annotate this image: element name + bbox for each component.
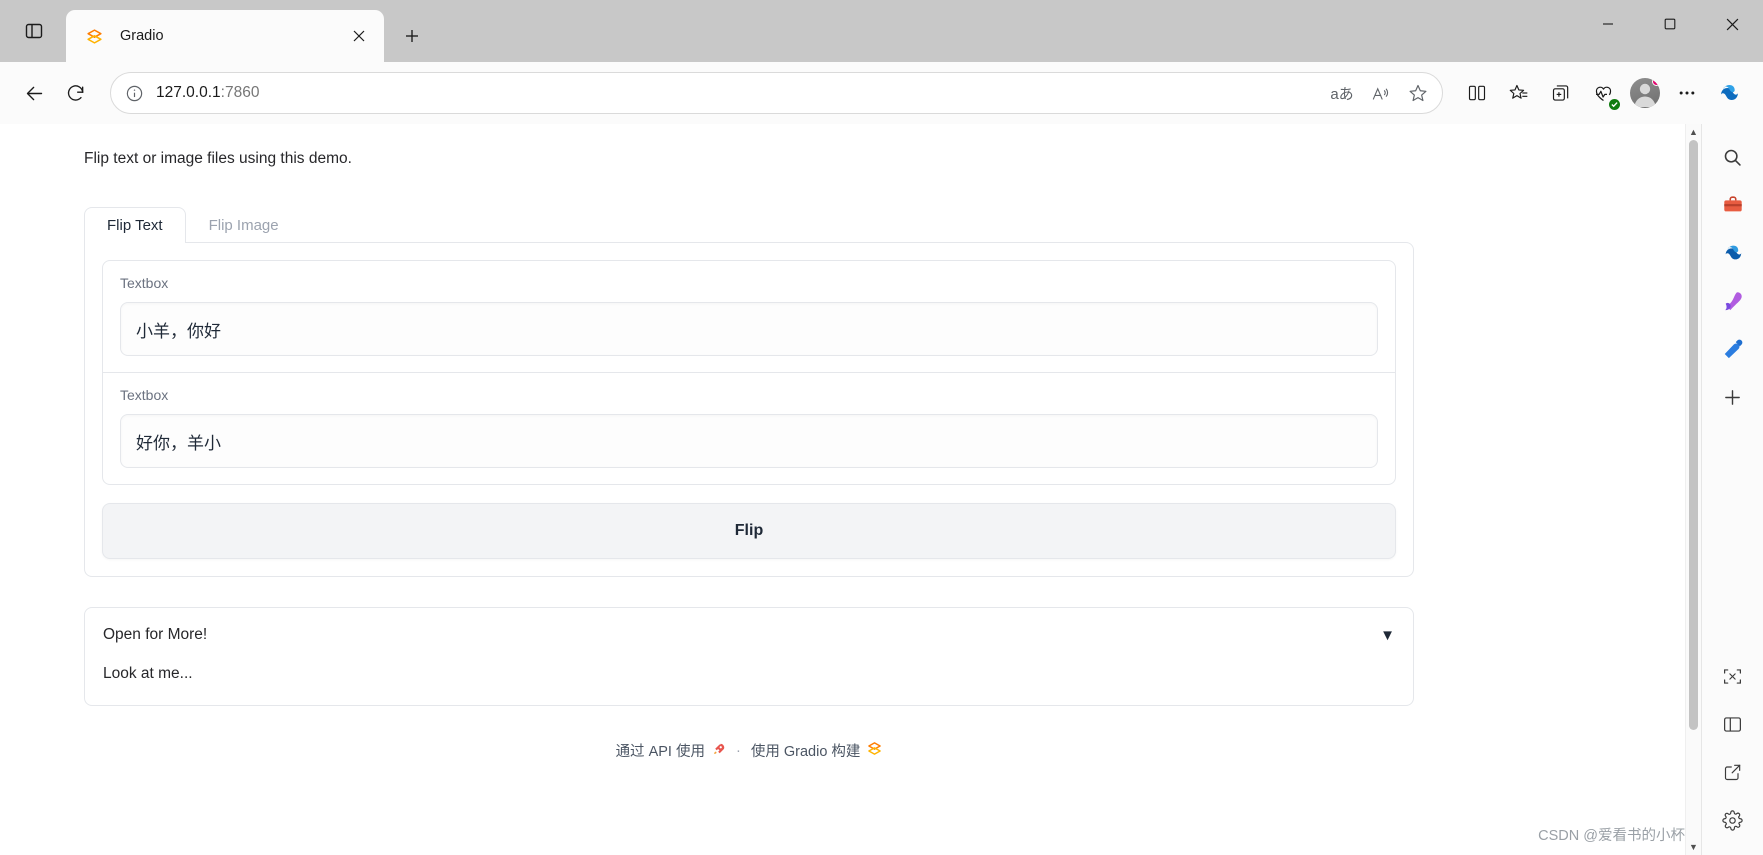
form-group: Textbox Textbox <box>102 260 1396 485</box>
input-textbox-label: Textbox <box>120 275 169 291</box>
split-screen-icon[interactable] <box>1457 73 1497 113</box>
browser-essentials-icon[interactable] <box>1583 73 1623 113</box>
watermark: CSDN @爱看书的小杯 <box>1538 828 1685 844</box>
close-icon[interactable] <box>346 23 372 49</box>
input-textbox[interactable] <box>120 302 1378 356</box>
gradio-footer: 通过 API 使用 · 使用 Gradio 构建 <box>84 706 1414 781</box>
gradio-logo-icon <box>84 26 104 46</box>
browser-toolbar: 127.0.0.1:7860 aあ <box>0 62 1763 124</box>
open-external-icon[interactable] <box>1712 751 1754 793</box>
copilot-sidebar-icon[interactable] <box>1712 232 1754 274</box>
refresh-icon[interactable] <box>56 73 96 113</box>
flip-button[interactable]: Flip <box>102 503 1396 559</box>
content-row: Flip text or image files using this demo… <box>0 124 1763 855</box>
games-icon[interactable] <box>1712 328 1754 370</box>
page-scroll-area: Flip text or image files using this demo… <box>0 124 1701 855</box>
address-bar[interactable]: 127.0.0.1:7860 aあ <box>110 72 1443 114</box>
accordion-title: Open for More! <box>103 626 208 643</box>
info-circle-icon[interactable] <box>125 84 144 103</box>
built-with-gradio-link[interactable]: 使用 Gradio 构建 <box>751 740 861 761</box>
profile-notification-dot <box>1652 78 1660 86</box>
tabs-container: Flip Text Flip Image Textbox Textbox <box>84 206 1414 577</box>
scroll-up-arrow-icon[interactable]: ▲ <box>1689 124 1698 140</box>
output-textbox[interactable] <box>120 414 1378 468</box>
field-output-textbox: Textbox <box>103 372 1395 484</box>
page-scrollbar[interactable]: ▲ ▼ <box>1685 124 1701 855</box>
back-arrow-icon[interactable] <box>14 73 54 113</box>
maximize-icon[interactable] <box>1639 0 1701 48</box>
browser-window: Gradio 127.0.0.1:7860 aあ Flip text or im… <box>0 0 1763 855</box>
image-creator-icon[interactable] <box>1712 280 1754 322</box>
split-pane-icon[interactable] <box>1712 703 1754 745</box>
output-textbox-label: Textbox <box>120 387 169 403</box>
accordion-body: Look at me... <box>103 665 193 682</box>
collections-icon[interactable] <box>1541 73 1581 113</box>
screenshot-icon[interactable] <box>1712 655 1754 697</box>
add-sidebar-icon[interactable] <box>1712 376 1754 418</box>
search-icon[interactable] <box>1712 136 1754 178</box>
chevron-down-icon[interactable]: ▼ <box>1380 627 1395 644</box>
tab-title: Gradio <box>120 28 164 44</box>
api-link[interactable]: 通过 API 使用 <box>616 740 705 761</box>
gradio-app: Flip text or image files using this demo… <box>84 124 1414 781</box>
address-bar-icons: aあ <box>1324 75 1436 111</box>
gradio-logo-icon <box>867 741 882 760</box>
footer-separator: · <box>736 742 741 759</box>
edge-sidebar <box>1701 124 1763 855</box>
minimize-icon[interactable] <box>1577 0 1639 48</box>
scroll-down-arrow-icon[interactable]: ▼ <box>1689 839 1698 855</box>
tab-panel-flip-text: Textbox Textbox Flip <box>84 242 1414 577</box>
field-input-textbox: Textbox <box>103 261 1395 372</box>
rocket-icon <box>712 742 726 760</box>
shopping-icon[interactable] <box>1712 184 1754 226</box>
scrollbar-thumb[interactable] <box>1688 140 1698 730</box>
web-page: Flip text or image files using this demo… <box>0 124 1701 855</box>
favorite-star-icon[interactable] <box>1400 75 1436 111</box>
sidebar-settings-icon[interactable] <box>1712 799 1754 841</box>
url-text: 127.0.0.1:7860 <box>156 84 260 101</box>
browser-tab[interactable]: Gradio <box>66 10 384 62</box>
read-aloud-icon[interactable] <box>1362 75 1398 111</box>
app-description: Flip text or image files using this demo… <box>84 150 352 167</box>
window-close-icon[interactable] <box>1701 0 1763 48</box>
scrollbar-track[interactable] <box>1686 140 1702 839</box>
tab-flip-image[interactable]: Flip Image <box>186 207 302 243</box>
translate-icon[interactable]: aあ <box>1324 75 1360 111</box>
settings-more-icon[interactable] <box>1667 73 1707 113</box>
window-controls <box>1577 0 1763 48</box>
tab-actions-icon[interactable] <box>8 6 60 56</box>
plus-icon[interactable] <box>394 18 430 54</box>
profile-avatar-icon[interactable] <box>1625 73 1665 113</box>
tab-flip-text[interactable]: Flip Text <box>84 207 186 243</box>
copilot-icon[interactable] <box>1709 73 1749 113</box>
accordion-header[interactable]: Open for More! ▼ <box>103 626 1395 644</box>
accordion: Open for More! ▼ Look at me... <box>84 607 1414 706</box>
tab-headers: Flip Text Flip Image <box>84 206 1414 243</box>
favorites-list-icon[interactable] <box>1499 73 1539 113</box>
browser-titlebar: Gradio <box>0 0 1763 62</box>
